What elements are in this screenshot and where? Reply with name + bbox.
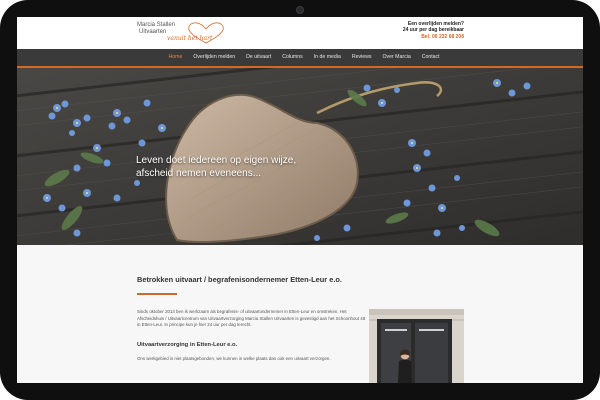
hero-image	[17, 68, 583, 245]
logo-tagline: vanuit het hart	[167, 35, 213, 42]
nav-item-home[interactable]: Home	[163, 49, 188, 66]
section-paragraph: Ons werkgebied is niet plaatsgebonden, w…	[137, 356, 331, 361]
logo-subtitle: Uitvaarten	[139, 29, 167, 35]
page-title: Betrokken uitvaart / begrafenisonderneme…	[137, 275, 342, 284]
nav-item-in-de-media[interactable]: In de media	[308, 49, 346, 66]
contact-phone-link[interactable]: Bel: 06 232 68 208	[403, 34, 464, 40]
screen: Marcia Stallen Uitvaarten vanuit het har…	[17, 17, 583, 383]
nav-item-reviews[interactable]: Reviews	[346, 49, 377, 66]
title-divider	[137, 293, 177, 295]
logo-name: Marcia Stallen	[137, 22, 176, 28]
site-header: Marcia Stallen Uitvaarten vanuit het har…	[17, 17, 583, 49]
nav-item-contact[interactable]: Contact	[416, 49, 445, 66]
contact-block: Een overlijden melden? 24 uur per dag be…	[403, 21, 464, 40]
nav-item-columns[interactable]: Columns	[277, 49, 308, 66]
nav-item-over-marcia[interactable]: Over Marcia	[377, 49, 416, 66]
tablet-frame: Marcia Stallen Uitvaarten vanuit het har…	[0, 0, 600, 400]
hero-tagline: Leven doet iedereen op eigen wijze, afsc…	[136, 155, 296, 180]
main-content: Betrokken uitvaart / begrafenisonderneme…	[17, 245, 583, 383]
storefront-photo	[369, 309, 464, 383]
storefront-image	[369, 309, 464, 383]
intro-paragraph: Sinds oktober 2014 ben ik werkzaam als b…	[137, 309, 366, 328]
site-logo[interactable]: Marcia Stallen Uitvaarten vanuit het har…	[137, 20, 257, 46]
section-subheading: Uitvaartverzorging in Etten-Leur e.o.	[137, 342, 238, 348]
contact-availability: 24 uur per dag bereikbaar	[402, 27, 464, 34]
main-navigation: Home Overlijden melden De uitvaart Colum…	[17, 49, 583, 68]
nav-item-overlijden-melden[interactable]: Overlijden melden	[188, 49, 241, 66]
hero-tagline-line1: Leven doet iedereen op eigen wijze,	[136, 155, 297, 166]
camera-dot	[296, 6, 304, 14]
hero-banner: Leven doet iedereen op eigen wijze, afsc…	[17, 68, 583, 245]
hero-tagline-line2: afscheid nemen eveneens...	[136, 167, 262, 179]
nav-item-de-uitvaart[interactable]: De uitvaart	[241, 49, 277, 66]
